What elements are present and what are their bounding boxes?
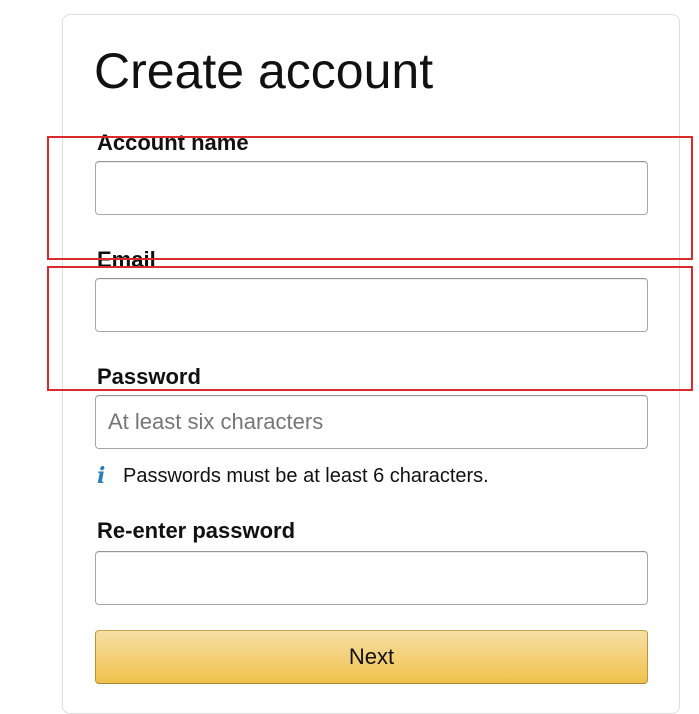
password-label: Password [97,364,201,389]
password-hint-text: Passwords must be at least 6 characters. [123,464,489,487]
next-button[interactable]: Next [95,630,648,684]
reenter-password-input[interactable] [95,551,648,605]
account-name-input[interactable] [95,161,648,215]
page-title: Create account [94,43,434,99]
email-label: Email [97,247,156,272]
account-name-label: Account name [97,130,249,155]
password-hint: i Passwords must be at least 6 character… [97,462,489,490]
info-icon: i [97,463,106,489]
reenter-password-label: Re-enter password [97,518,296,543]
email-input[interactable] [95,278,648,332]
password-input[interactable] [95,395,648,449]
